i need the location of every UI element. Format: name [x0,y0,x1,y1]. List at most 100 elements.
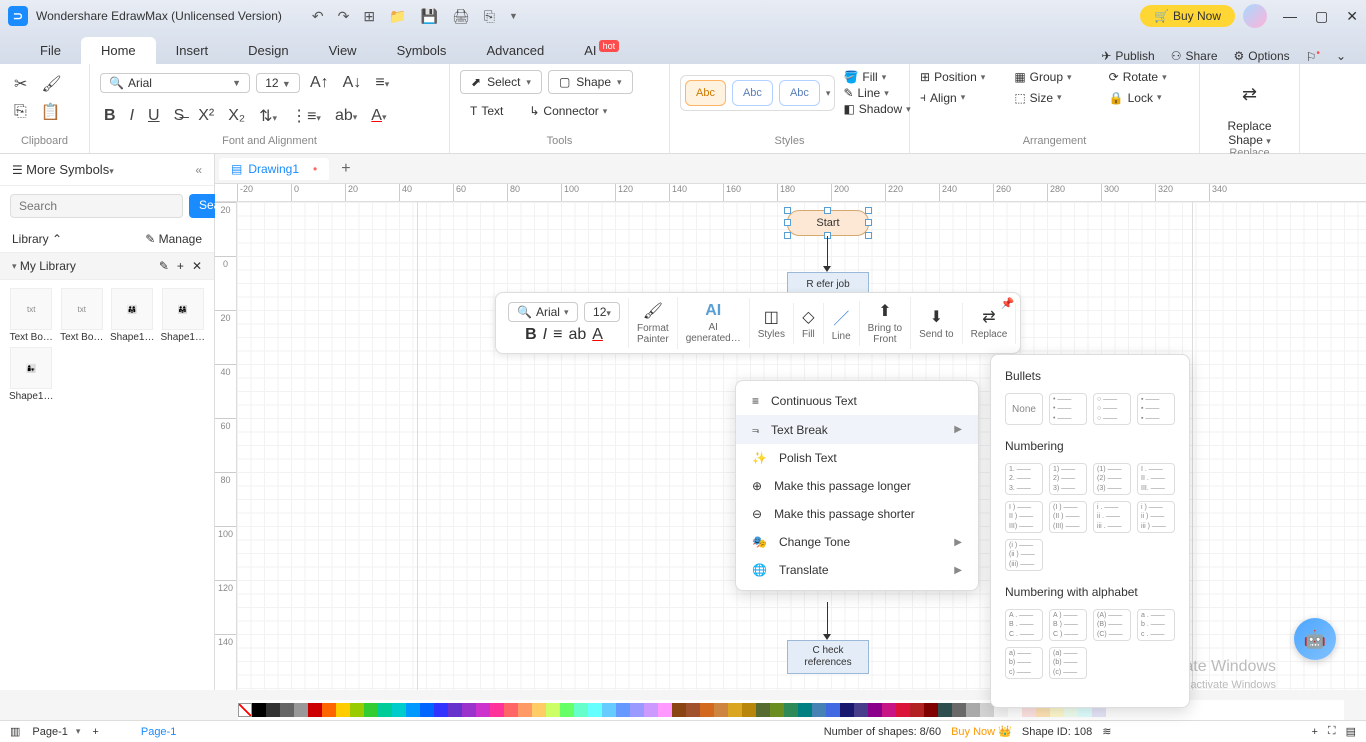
color-swatch[interactable] [280,703,294,717]
copy-icon[interactable]: ⎘ [10,99,31,125]
position-button[interactable]: ⊞Position▾ [920,70,1000,84]
color-swatch[interactable] [616,703,630,717]
start-shape[interactable]: Start [787,210,869,236]
ctx-polish-text[interactable]: ✨Polish Text [736,444,978,472]
shape-item[interactable]: txtText Bo… [59,288,106,343]
status-buy-now[interactable]: Buy Now 👑 [951,725,1012,738]
save-icon[interactable]: 💾 [421,8,438,25]
color-swatch[interactable] [462,703,476,717]
strike-icon[interactable]: S̶ [170,103,189,129]
shadow-button[interactable]: ◧Shadow▾ [843,102,910,116]
sidebar-collapse-icon[interactable]: « [195,163,202,177]
add-tab-button[interactable]: + [341,160,350,178]
shape-item[interactable]: 👩‍👧Shape1… [8,347,55,402]
float-align-icon[interactable]: ≡ [553,326,562,344]
color-swatch[interactable] [644,703,658,717]
fit-icon[interactable]: ⛶ [1328,725,1336,738]
color-swatch[interactable] [784,703,798,717]
float-font-size[interactable]: 12▾ [584,302,620,322]
share-button[interactable]: ⚇Share [1171,49,1218,63]
num-option[interactable]: I ) ——II ) ——III) —— [1005,501,1043,533]
size-button[interactable]: ⬚Size▾ [1014,90,1094,105]
color-swatch[interactable] [448,703,462,717]
shape-item[interactable]: 👨‍👩‍👧Shape1… [109,288,156,343]
num-option[interactable]: A . ——B . ——C . —— [1005,609,1043,641]
font-shrink-icon[interactable]: A↓ [339,70,366,96]
float-color-icon[interactable]: A [592,326,603,344]
pin-icon[interactable]: 📌 [1001,297,1015,310]
menu-view[interactable]: View [309,37,377,64]
color-swatch[interactable] [714,703,728,717]
color-swatch[interactable] [952,703,966,717]
font-family-select[interactable]: 🔍Arial▼ [100,73,250,93]
color-swatch[interactable] [490,703,504,717]
layers-icon[interactable]: ≋ [1102,725,1111,738]
ctx-make-this-passage-longer[interactable]: ⊕Make this passage longer [736,472,978,500]
options-button[interactable]: ⚙Options [1234,49,1290,63]
ai-icon[interactable]: AI [705,302,721,320]
float-italic-icon[interactable]: I [543,326,547,344]
bring-front-icon[interactable]: ⬆ [878,301,891,321]
cut-icon[interactable]: ✂ [10,70,31,98]
zoom-in-icon[interactable]: + [1311,726,1317,738]
format-painter-icon[interactable]: 🖌 [643,301,663,321]
ctx-continuous-text[interactable]: ≡Continuous Text [736,387,978,415]
line-button[interactable]: ✎Line▾ [843,86,910,100]
menu-insert[interactable]: Insert [156,37,229,64]
color-swatch[interactable] [504,703,518,717]
color-swatch[interactable] [392,703,406,717]
color-swatch[interactable] [756,703,770,717]
doc-tab[interactable]: ▤ Drawing1 • [219,158,329,180]
color-swatch[interactable] [378,703,392,717]
style-preview-2[interactable]: Abc [732,80,773,106]
rotate-button[interactable]: ⟳Rotate▾ [1109,70,1189,84]
edit-lib-icon[interactable]: ✎ [159,259,169,273]
font-color-icon[interactable]: A▾ [367,103,390,129]
menu-file[interactable]: File [20,37,81,64]
bullet-dot[interactable]: • ——• ——• —— [1049,393,1087,425]
paste-icon[interactable]: 📋 [37,98,65,126]
ai-chat-button[interactable]: 🤖 [1294,618,1336,660]
add-lib-icon[interactable]: + [177,259,184,273]
undo-icon[interactable]: ↶ [312,8,324,25]
shape-item[interactable]: 👨‍👩‍👧Shape1… [160,288,207,343]
ctx-make-this-passage-shorter[interactable]: ⊖Make this passage shorter [736,500,978,528]
italic-icon[interactable]: I [126,103,138,129]
color-swatch[interactable] [770,703,784,717]
select-tool[interactable]: ⬈Select▾ [460,70,542,94]
color-swatch[interactable] [826,703,840,717]
color-swatch[interactable] [924,703,938,717]
font-grow-icon[interactable]: A↑ [306,70,333,96]
color-swatch[interactable] [840,703,854,717]
float-fill-icon[interactable]: ◇ [802,307,814,327]
style-more-icon[interactable]: ▾ [826,88,831,99]
num-option[interactable]: (1) ——(2) ——(3) —— [1093,463,1131,495]
new-icon[interactable]: ⊞ [363,8,375,25]
buy-now-button[interactable]: 🛒 Buy Now [1140,5,1235,27]
close-icon[interactable]: ✕ [1346,8,1358,25]
color-swatch[interactable] [686,703,700,717]
color-swatch[interactable] [532,703,546,717]
open-icon[interactable]: 📁 [389,8,406,25]
maximize-icon[interactable]: ▢ [1315,8,1328,25]
bold-icon[interactable]: B [100,103,120,129]
color-swatch[interactable] [266,703,280,717]
redo-icon[interactable]: ↷ [338,8,350,25]
num-option[interactable]: I . ——II . ——III. —— [1137,463,1175,495]
notif-icon[interactable]: ⚐• [1306,48,1320,64]
layout-icon[interactable]: ▥ [10,725,20,738]
menu-ai[interactable]: AIhot [564,37,639,64]
float-replace-icon[interactable]: ⇄ [982,307,995,327]
publish-button[interactable]: ✈Publish [1101,49,1154,63]
float-styles-icon[interactable]: ◫ [764,307,779,327]
menu-advanced[interactable]: Advanced [466,37,564,64]
page-tab[interactable]: Page-1 [141,726,176,738]
subscript-icon[interactable]: X₂ [224,103,249,129]
color-swatch[interactable] [798,703,812,717]
color-swatch[interactable] [588,703,602,717]
ctx-translate[interactable]: 🌐Translate▶ [736,556,978,584]
num-option[interactable]: A ) ——B ) ——C ) —— [1049,609,1087,641]
no-color-icon[interactable] [238,703,252,717]
num-option[interactable]: (i ) ——(ii ) ——(iii) —— [1005,539,1043,571]
color-swatch[interactable] [406,703,420,717]
